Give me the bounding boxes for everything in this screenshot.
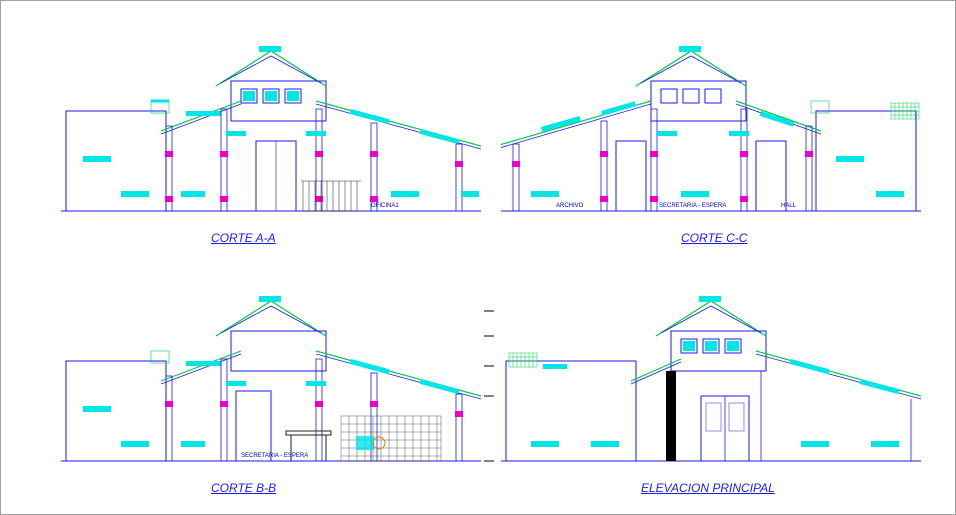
- title-elevacion-principal: ELEVACION PRINCIPAL: [641, 481, 775, 495]
- section-bb: SECRETARIA - ESPERA: [61, 281, 481, 481]
- elevation-principal: [501, 281, 921, 481]
- dimension-ticks: [479, 281, 499, 481]
- label-secretaria-cc: SECRETARIA - ESPERA: [659, 203, 726, 209]
- section-aa: OFICINA1: [61, 31, 481, 231]
- label-hall: HALL: [781, 203, 796, 209]
- label-secretaria-bb: SECRETARIA - ESPERA: [241, 453, 308, 459]
- title-corte-cc: CORTE C-C: [681, 231, 747, 245]
- label-oficina1: OFICINA1: [371, 203, 399, 209]
- section-cc-svg: [501, 31, 921, 231]
- section-aa-svg: [61, 31, 481, 231]
- section-cc: ARCHIVO SECRETARIA - ESPERA HALL: [501, 31, 921, 231]
- title-corte-bb: CORTE B-B: [211, 481, 276, 495]
- title-corte-aa: CORTE A-A: [211, 231, 276, 245]
- elevation-principal-svg: [501, 281, 921, 481]
- section-bb-svg: [61, 281, 481, 481]
- label-archivo: ARCHIVO: [556, 203, 583, 209]
